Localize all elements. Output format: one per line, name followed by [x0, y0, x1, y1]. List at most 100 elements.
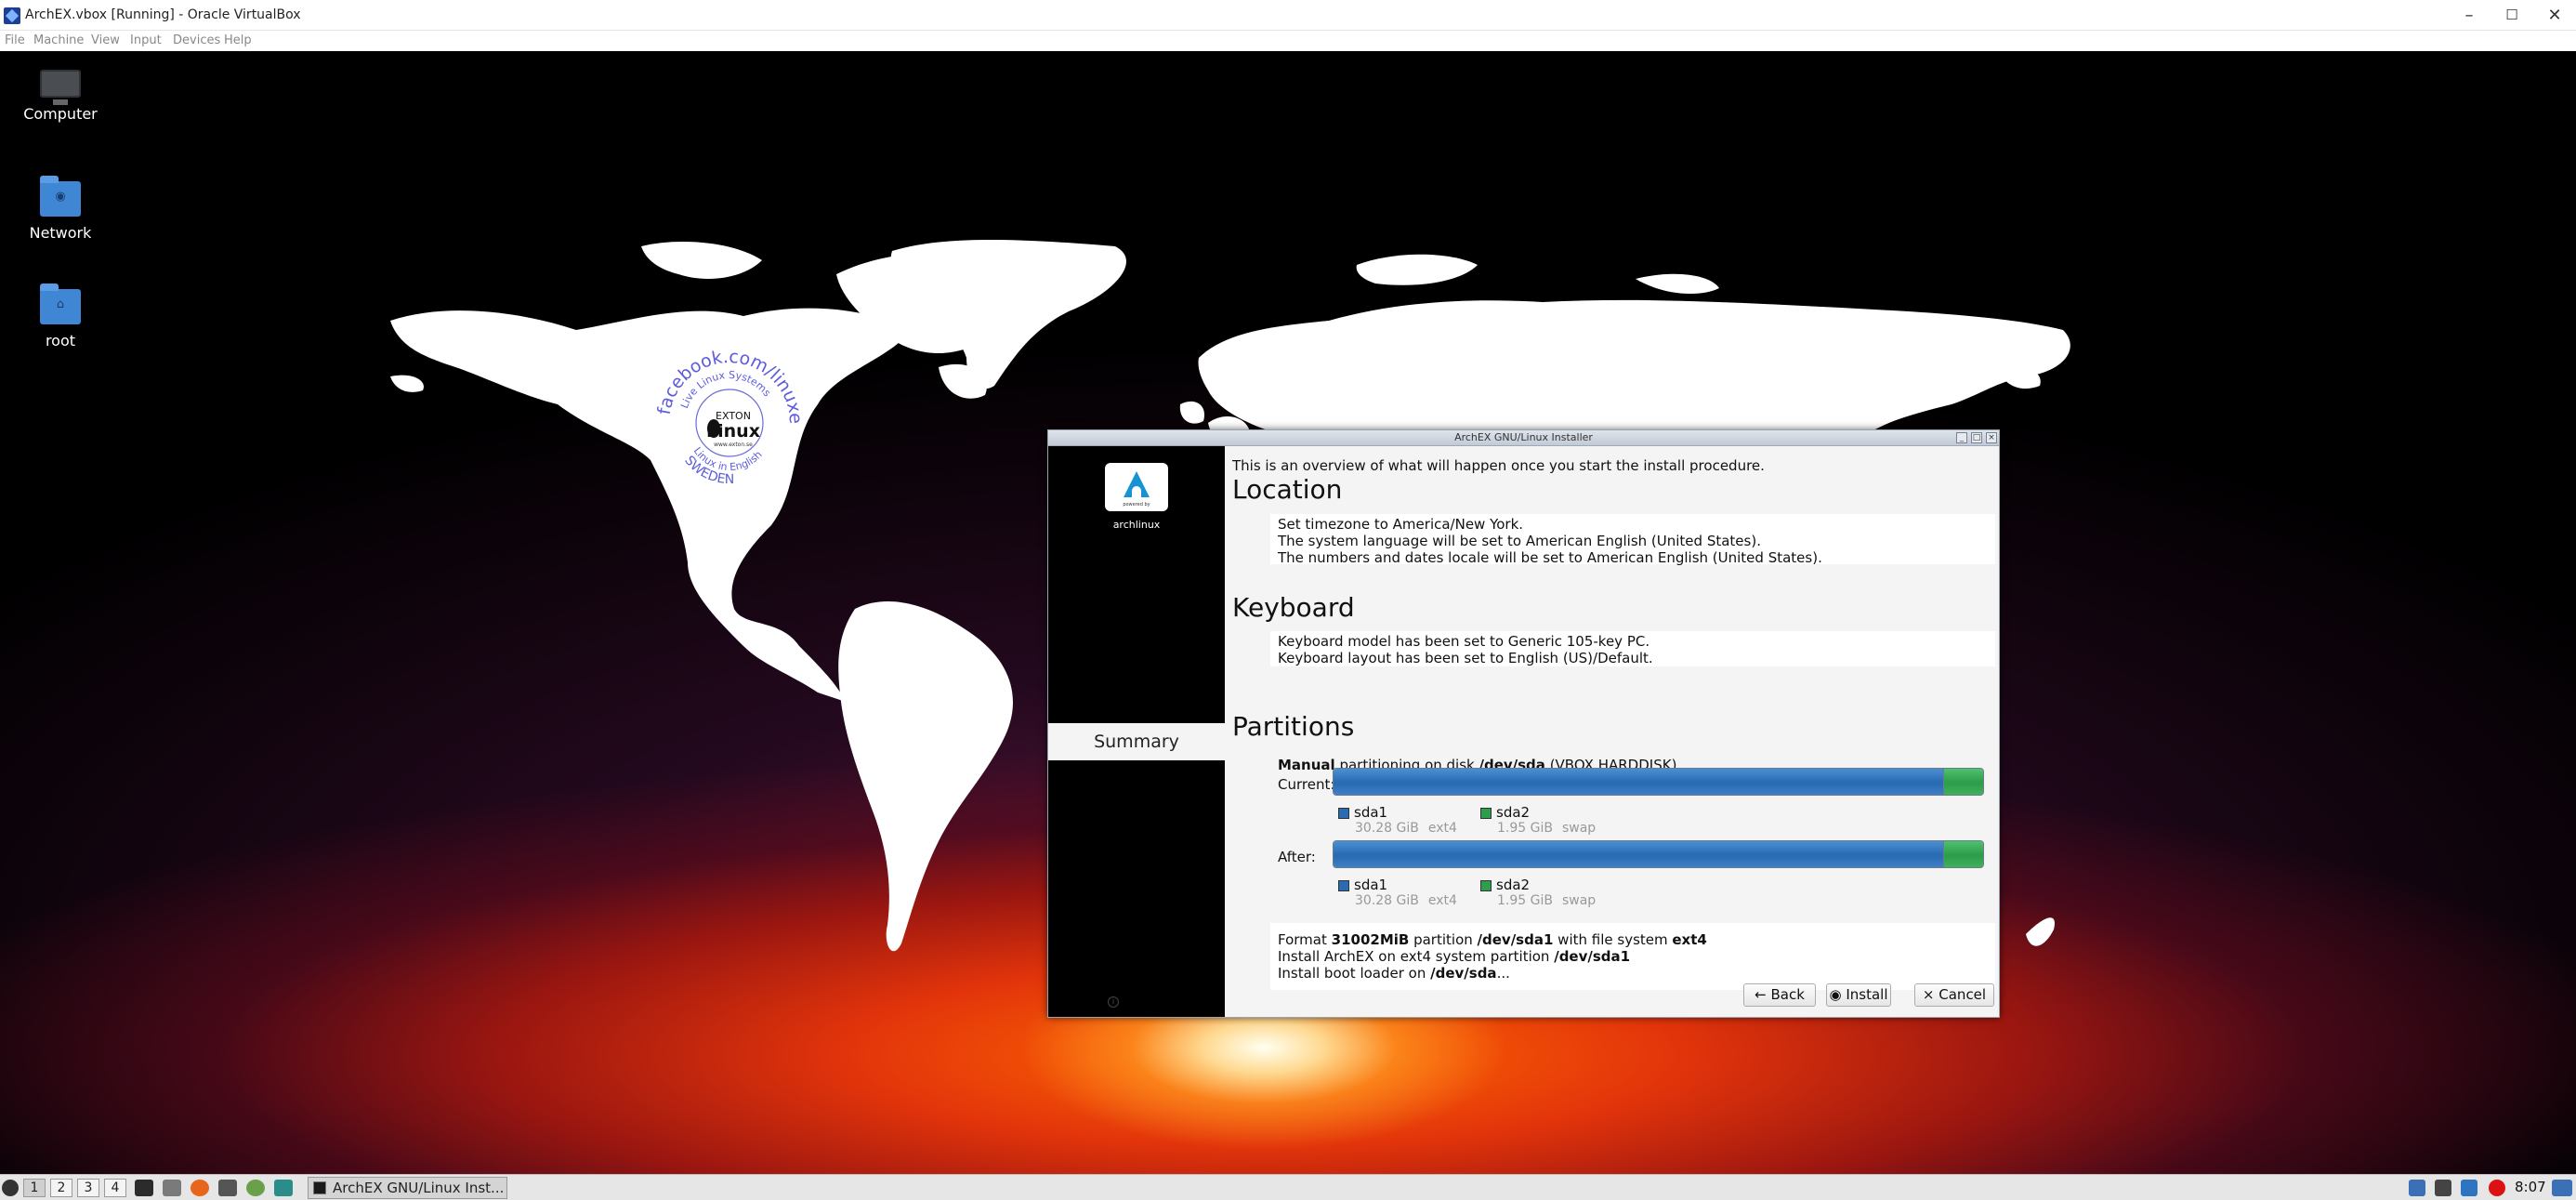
legend-after-sda2: sda2 1.95 GiB swap [1480, 877, 1605, 908]
legend-swatch [1338, 807, 1349, 819]
file-manager-icon[interactable] [163, 1180, 181, 1196]
legend-size: 30.28 GiB [1355, 821, 1419, 836]
legend-swatch [1338, 879, 1349, 891]
menu-view[interactable]: View [91, 33, 120, 47]
installer-window: ArchEX GNU/Linux Installer _ □ × powered… [1047, 429, 2000, 1018]
sidebar-step-summary: Summary [1048, 723, 1225, 760]
jobs-box: Format 31002MiB partition /dev/sda1 with… [1270, 923, 1995, 990]
keyboard-box: Keyboard model has been set to Generic 1… [1270, 631, 1995, 666]
summary-page: This is an overview of what will happen … [1232, 446, 1995, 990]
maximize-icon[interactable]: ☐ [2491, 0, 2533, 31]
minimize-icon[interactable]: – [2448, 0, 2491, 31]
workspace-1[interactable]: 1 [23, 1179, 46, 1197]
desktop-icon-label: Network [29, 224, 92, 242]
cancel-button[interactable]: × Cancel [1914, 983, 1994, 1007]
show-desktop-icon[interactable] [2552, 1180, 2572, 1196]
workspace-4[interactable]: 4 [104, 1179, 126, 1197]
location-line: The system language will be set to Ameri… [1278, 533, 1761, 549]
info-icon[interactable]: i [1108, 996, 1119, 1008]
job-line-install: Install ArchEX on ext4 system partition … [1278, 948, 1631, 965]
legend-size: 1.95 GiB [1497, 821, 1553, 836]
location-box: Set timezone to America/New York. The sy… [1270, 514, 1995, 566]
menu-file[interactable]: File [5, 33, 25, 47]
install-button[interactable]: ◉ Install [1826, 983, 1891, 1007]
installer-sidebar: powered by archlinux Summary i [1048, 446, 1225, 1017]
partition-mode: Manual [1278, 757, 1335, 773]
legend-swatch [1480, 807, 1492, 819]
intro-text: This is an overview of what will happen … [1232, 457, 1765, 474]
logo-caption: powered by [1123, 502, 1150, 508]
exton-linux-stamp: facebook.com/linuxexton Live Linux Syste… [655, 349, 804, 487]
taskbar-task-installer[interactable]: ArchEX GNU/Linux Inst... [308, 1177, 507, 1199]
desktop-icon-root[interactable]: ⌂ root [9, 284, 112, 349]
virtualbox-icon [4, 7, 20, 24]
keyboard-line: Keyboard model has been set to Generic 1… [1278, 633, 1650, 650]
cancel-x-icon: × [1922, 986, 1935, 1003]
location-line: Set timezone to America/New York. [1278, 516, 1524, 533]
menu-input[interactable]: Input [130, 33, 162, 47]
home-folder-icon: ⌂ [40, 284, 81, 324]
location-line: The numbers and dates locale will be set… [1278, 549, 1822, 566]
job-line-format: Format 31002MiB partition /dev/sda1 with… [1278, 931, 1707, 948]
partition-segment-sda1 [1334, 769, 1944, 795]
battery-tray-icon[interactable] [2435, 1180, 2451, 1196]
cancel-label: Cancel [1939, 986, 1987, 1003]
legend-name: sda2 [1496, 877, 1531, 893]
installer-close-icon[interactable]: × [1986, 432, 1997, 443]
browser-icon[interactable] [246, 1180, 265, 1196]
legend-current-sda1: sda1 30.28 GiB ext4 [1338, 804, 1466, 836]
stamp-center-small: www.exton.se [714, 442, 753, 448]
current-partition-bar [1333, 768, 1984, 796]
workspace-3[interactable]: 3 [77, 1179, 99, 1197]
legend-size: 1.95 GiB [1497, 893, 1553, 908]
installer-titlebar: ArchEX GNU/Linux Installer _ □ × [1048, 430, 1999, 446]
desktop-icon-network[interactable]: ◉ Network [9, 176, 112, 242]
job-line-bootloader: Install boot loader on /dev/sda... [1278, 965, 1510, 982]
task-label: ArchEX GNU/Linux Inst... [333, 1180, 505, 1196]
menu-help[interactable]: Help [224, 33, 252, 47]
start-menu-icon[interactable] [2, 1180, 19, 1196]
clock: 8:07 [2515, 1179, 2546, 1195]
legend-fs: ext4 [1427, 893, 1457, 908]
section-title-keyboard: Keyboard [1232, 592, 1355, 623]
legend-fs: swap [1561, 821, 1597, 836]
after-partition-bar [1333, 840, 1984, 868]
partition-segment-sda1 [1334, 841, 1944, 867]
computer-icon [40, 70, 81, 105]
menu-devices[interactable]: Devices [173, 33, 220, 47]
menu-machine[interactable]: Machine [33, 33, 84, 47]
after-label: After: [1278, 849, 1316, 865]
section-title-location: Location [1232, 474, 1343, 505]
legend-swatch [1480, 879, 1492, 891]
desktop-icon-label: Computer [23, 105, 98, 123]
installer-maximize-icon[interactable]: □ [1971, 432, 1982, 443]
legend-after-sda1: sda1 30.28 GiB ext4 [1338, 877, 1466, 908]
terminal-icon[interactable] [135, 1180, 153, 1196]
install-icon: ◉ [1829, 986, 1842, 1003]
install-label: Install [1846, 986, 1888, 1003]
partition-segment-sda2 [1943, 841, 1983, 867]
legend-name: sda1 [1354, 804, 1388, 821]
network-tray-icon[interactable] [2409, 1180, 2425, 1196]
legend-current-sda2: sda2 1.95 GiB swap [1480, 804, 1605, 836]
volume-tray-icon[interactable] [2461, 1180, 2477, 1196]
host-window-title: ArchEX.vbox [Running] - Oracle VirtualBo… [25, 7, 301, 22]
close-icon[interactable]: ✕ [2533, 0, 2576, 31]
section-title-partitions: Partitions [1232, 711, 1355, 742]
back-label: Back [1770, 986, 1805, 1003]
tool-icon[interactable] [218, 1180, 237, 1196]
installer-app-icon [313, 1181, 326, 1194]
settings-icon[interactable] [274, 1180, 293, 1196]
firefox-icon[interactable] [191, 1180, 209, 1196]
alert-tray-icon[interactable] [2489, 1180, 2505, 1196]
legend-size: 30.28 GiB [1355, 893, 1419, 908]
installer-title: ArchEX GNU/Linux Installer [1454, 431, 1593, 443]
back-button[interactable]: ← Back [1743, 983, 1816, 1007]
installer-minimize-icon[interactable]: _ [1956, 432, 1967, 443]
workspace-2[interactable]: 2 [50, 1179, 72, 1197]
legend-name: sda1 [1354, 877, 1388, 893]
legend-fs: ext4 [1427, 821, 1457, 836]
back-arrow-icon: ← [1755, 986, 1767, 1003]
network-folder-icon: ◉ [40, 176, 81, 217]
desktop-icon-computer[interactable]: Computer [9, 70, 112, 123]
